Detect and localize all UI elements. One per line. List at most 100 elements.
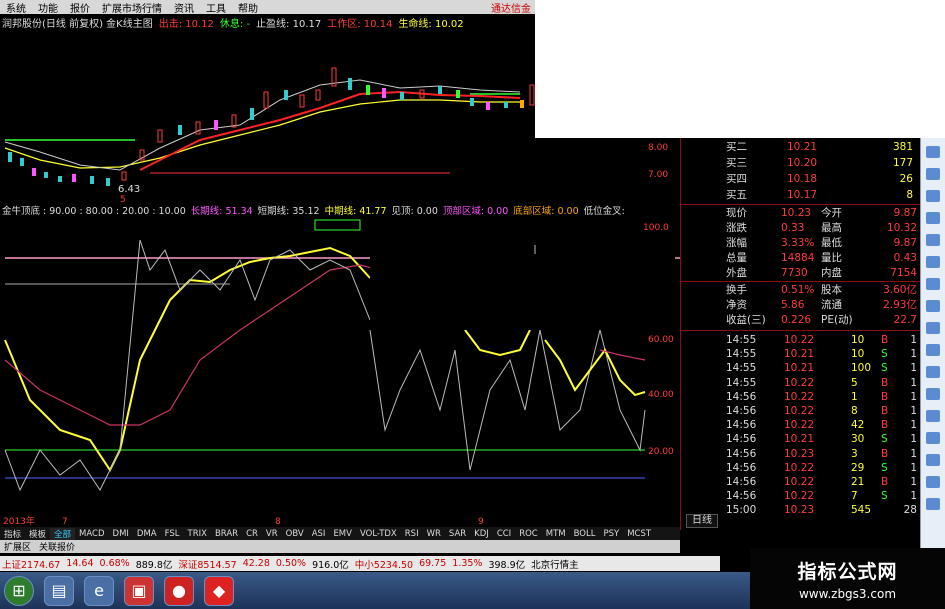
indicator-tab[interactable]: WR xyxy=(423,529,445,539)
stat-label: 总量 xyxy=(726,252,747,264)
tick-row: 14:56 10.22 7 S 1 xyxy=(681,489,921,504)
tick-count: 1 xyxy=(910,447,917,460)
start-button-icon[interactable]: ⊞ xyxy=(4,575,34,606)
tick-price: 10.22 xyxy=(784,405,815,417)
zx-index[interactable]: 中小5234.50 xyxy=(355,557,413,571)
indicator-tab[interactable]: CCI xyxy=(493,529,515,539)
toolbar-icon[interactable] xyxy=(926,366,940,378)
chrome-icon[interactable]: ● xyxy=(164,575,194,606)
toolbar-icon[interactable] xyxy=(926,168,940,180)
stat-row: 外盘 7730 内盘 7154 xyxy=(681,266,921,281)
toolbar-icon[interactable] xyxy=(926,234,940,246)
indicator-tab[interactable]: 全部 xyxy=(50,527,76,540)
tick-time: 14:56 xyxy=(726,390,757,403)
tick-price: 10.22 xyxy=(784,390,815,403)
indicator-tab[interactable]: FSL xyxy=(161,529,184,539)
toolbar-icon[interactable] xyxy=(926,300,940,312)
stock-app-icon[interactable]: ◆ xyxy=(204,575,234,606)
tick-row: 14:55 10.21 10 S 1 xyxy=(681,347,921,362)
tick-price: 10.23 xyxy=(784,447,815,460)
stat-row: 涨跌 0.33 最高 10.32 xyxy=(681,221,921,236)
stat-label: 内盘 xyxy=(821,267,842,279)
indicator-tab[interactable]: BOLL xyxy=(570,529,600,539)
stat-value: 5.86 xyxy=(781,299,805,311)
indicator-tab[interactable]: DMA xyxy=(133,529,161,539)
toolbar-icon[interactable] xyxy=(926,146,940,158)
menu-news[interactable]: 资讯 xyxy=(168,0,200,15)
tab-extension[interactable]: 扩展区 xyxy=(0,540,35,553)
indicator-tab[interactable]: ROC xyxy=(515,529,542,539)
menu-extended-market[interactable]: 扩展市场行情 xyxy=(96,0,168,15)
toolbar-icon[interactable] xyxy=(926,410,940,422)
toolbar-icon[interactable] xyxy=(926,388,940,400)
long-term-line xyxy=(4,246,371,472)
stat-value: 0.226 xyxy=(781,314,812,326)
toolbar-icon[interactable] xyxy=(926,498,940,510)
indicator-tab[interactable]: 模板 xyxy=(25,528,50,540)
sh-index[interactable]: 上证2174.67 xyxy=(2,557,60,571)
order-level-row[interactable]: 买四 10.18 26 xyxy=(681,172,921,187)
sz-index[interactable]: 深证8514.57 xyxy=(178,557,236,571)
short-term-value: 短期线: 35.12 xyxy=(257,206,320,217)
order-level-row[interactable]: 买二 10.21 381 xyxy=(681,140,921,155)
beijing-quote[interactable]: 北京行情主 xyxy=(531,557,579,571)
toolbar-icon[interactable] xyxy=(926,432,940,444)
indicator-tab[interactable]: VOL-TDX xyxy=(356,529,401,539)
tick-side: B xyxy=(881,390,889,403)
indicator-tab[interactable]: OBV xyxy=(282,529,308,539)
indicator-tab[interactable]: ASI xyxy=(308,529,330,539)
order-level-row[interactable]: 买五 10.17 8 xyxy=(681,188,921,203)
indicator-tab[interactable]: PSY xyxy=(599,529,623,539)
tick-volume: 7 xyxy=(851,490,858,503)
toolbar-icon[interactable] xyxy=(926,322,940,334)
tick-side: B xyxy=(881,376,889,389)
app-icon[interactable]: ▣ xyxy=(124,575,154,606)
indicator-tab[interactable]: BRAR xyxy=(211,529,242,539)
indicator-header: 金牛顶底 : 90.00 : 80.00 : 20.00 : 10.00 长期线… xyxy=(0,203,680,217)
tab-related-quote[interactable]: 关联报价 xyxy=(35,540,79,553)
tick-time: 14:56 xyxy=(726,447,757,460)
folder-icon[interactable]: ▤ xyxy=(44,575,74,606)
indicator-tab[interactable]: VR xyxy=(262,529,282,539)
menu-tools[interactable]: 工具 xyxy=(200,0,232,15)
indicator-tab[interactable]: KDJ xyxy=(470,529,493,539)
indicator-tab[interactable]: SAR xyxy=(445,529,470,539)
indicator-tab[interactable]: DMI xyxy=(109,529,133,539)
indicator-tab[interactable]: MACD xyxy=(75,529,108,539)
toolbar-icon[interactable] xyxy=(926,344,940,356)
indicator-tab[interactable]: RSI xyxy=(401,529,423,539)
browser-icon[interactable]: e xyxy=(84,575,114,606)
tick-count: 1 xyxy=(910,362,917,375)
toolbar-icon[interactable] xyxy=(926,256,940,268)
indicator-tab[interactable]: TRIX xyxy=(184,529,211,539)
tick-time: 14:56 xyxy=(726,476,757,488)
toolbar-icon[interactable] xyxy=(926,454,940,466)
indicator-tab[interactable]: MTM xyxy=(542,529,570,539)
tick-time: 14:55 xyxy=(726,362,757,375)
watermark: 指标公式网 www.zbgs3.com xyxy=(750,548,945,609)
toolbar-icon[interactable] xyxy=(926,278,940,290)
menu-quote[interactable]: 报价 xyxy=(64,0,96,15)
tick-count: 28 xyxy=(903,504,917,517)
indicator-tab[interactable]: 指标 xyxy=(0,528,25,540)
indicator-tab[interactable]: EMV xyxy=(329,529,356,539)
tick-count: 1 xyxy=(910,490,917,503)
tick-price: 10.22 xyxy=(784,490,815,503)
menu-help[interactable]: 帮助 xyxy=(232,0,264,15)
toolbar-icon[interactable] xyxy=(926,476,940,488)
indicator-tab[interactable]: MCST xyxy=(623,529,655,539)
right-toolbar xyxy=(920,138,945,548)
tick-volume: 545 xyxy=(851,504,872,517)
toolbar-icon[interactable] xyxy=(926,212,940,224)
menu-system[interactable]: 系统 xyxy=(0,0,32,15)
period-button[interactable]: 日线 xyxy=(686,514,718,528)
toolbar-icon[interactable] xyxy=(926,190,940,202)
axis-label-8: 8.00 xyxy=(648,143,668,153)
menu-function[interactable]: 功能 xyxy=(32,0,64,15)
tick-volume: 21 xyxy=(851,476,865,488)
indicator-tab[interactable]: CR xyxy=(242,529,262,539)
tick-volume: 3 xyxy=(851,447,858,460)
order-level-row[interactable]: 买三 10.20 177 xyxy=(681,156,921,171)
tick-time: 14:55 xyxy=(726,334,757,346)
stat-label: 收益(三) xyxy=(726,314,766,326)
